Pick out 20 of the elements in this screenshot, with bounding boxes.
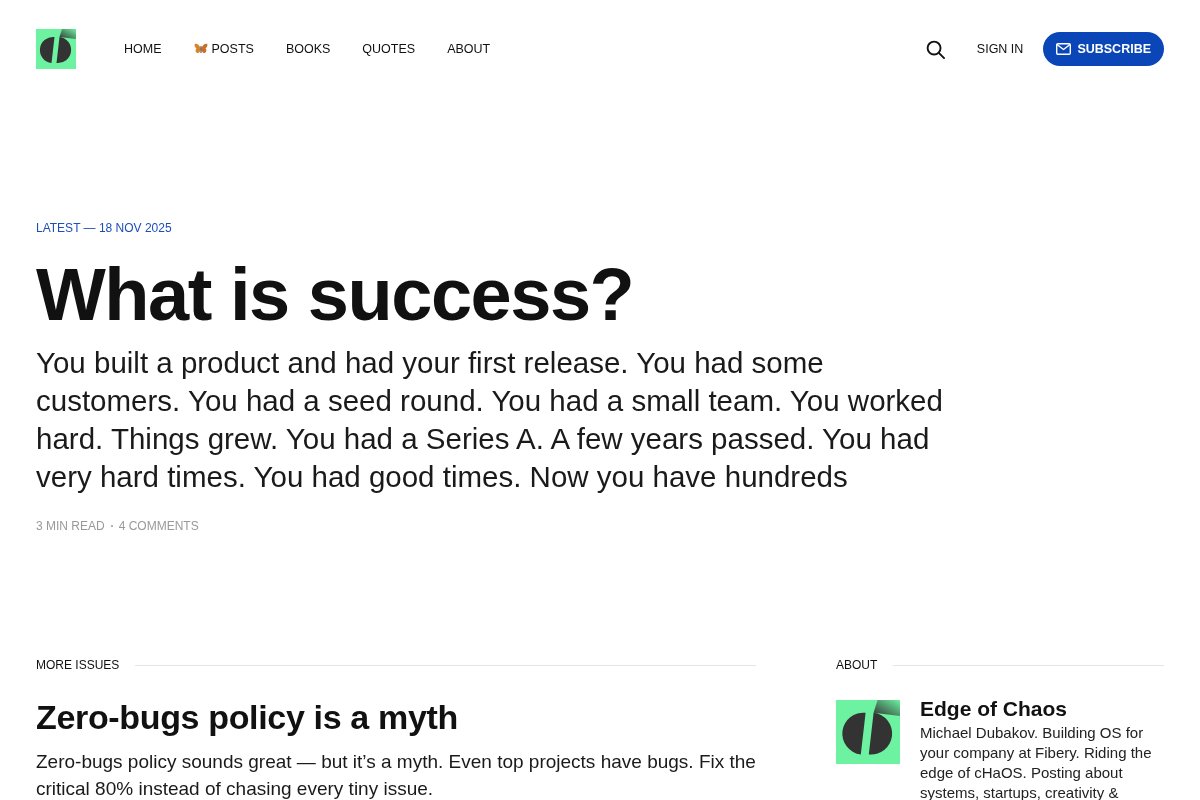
reading-time-label: 3 MIN READ	[36, 518, 105, 534]
post-excerpt: Zero-bugs policy sounds great — but it’s a myth. Even top projects have bugs. Fix the critical 80% instead of chasing every tiny issue.	[36, 750, 756, 800]
nav-link[interactable]: ABOUT	[447, 39, 491, 59]
logo-icon	[836, 700, 900, 764]
logo-icon[interactable]	[36, 29, 76, 69]
mail-icon	[1056, 43, 1072, 55]
featured-post-excerpt: You built a product and had your first release. You had some customers. You had a seed round. You had a small team. You worked hard. Things grew. You had a Series A. A few years passed. You had very hard times. You had good times. Now you have hundreds	[36, 345, 944, 495]
nav-link[interactable]: POSTS	[193, 39, 254, 59]
featured-post-title[interactable]: What is success?	[36, 253, 634, 337]
search-icon[interactable]	[925, 39, 945, 59]
section-heading: ABOUT	[836, 657, 878, 673]
subscribe-button[interactable]: SUBSCRIBE	[1043, 32, 1164, 66]
nav-link[interactable]: QUOTES	[362, 39, 416, 59]
blog-title: Edge of Chaos	[920, 696, 1067, 722]
post-title[interactable]: Zero-bugs policy is a myth	[36, 697, 458, 737]
section-heading: MORE ISSUES	[36, 657, 120, 673]
nav-link[interactable]: HOME	[124, 39, 162, 59]
nav-link[interactable]: BOOKS	[285, 39, 331, 59]
sign-in-link[interactable]: SIGN IN	[976, 39, 1024, 59]
post-date-label: LATEST — 18 NOV 2025	[36, 220, 172, 236]
